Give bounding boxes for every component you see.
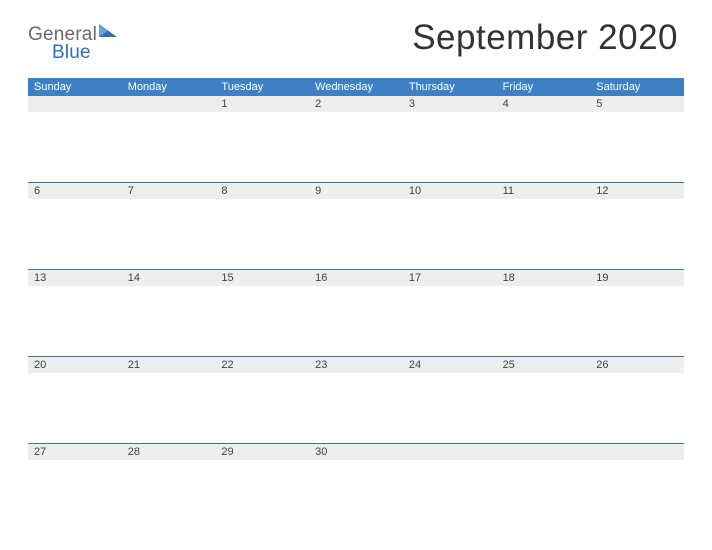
date-cell: 24 xyxy=(403,357,497,373)
date-cell: 1 xyxy=(215,96,309,112)
week-row: 13 14 15 16 17 18 19 xyxy=(28,269,684,356)
date-cell: 26 xyxy=(590,357,684,373)
date-cell: 29 xyxy=(215,444,309,460)
day-header-tuesday: Tuesday xyxy=(215,78,309,96)
date-cell: 28 xyxy=(122,444,216,460)
date-cell: 22 xyxy=(215,357,309,373)
calendar: Sunday Monday Tuesday Wednesday Thursday… xyxy=(28,78,684,530)
logo-text-blue: Blue xyxy=(52,42,91,63)
date-cell xyxy=(403,444,497,460)
date-cell: 30 xyxy=(309,444,403,460)
date-cell: 25 xyxy=(497,357,591,373)
date-cell xyxy=(28,96,122,112)
week-row: 20 21 22 23 24 25 26 xyxy=(28,356,684,443)
day-header-row: Sunday Monday Tuesday Wednesday Thursday… xyxy=(28,78,684,96)
calendar-title: September 2020 xyxy=(412,18,684,58)
date-cell: 19 xyxy=(590,270,684,286)
logo-triangle-icon xyxy=(99,24,117,42)
date-cell: 17 xyxy=(403,270,497,286)
date-cell: 27 xyxy=(28,444,122,460)
date-cell: 9 xyxy=(309,183,403,199)
day-header-friday: Friday xyxy=(497,78,591,96)
day-header-wednesday: Wednesday xyxy=(309,78,403,96)
day-header-thursday: Thursday xyxy=(403,78,497,96)
date-cell: 8 xyxy=(215,183,309,199)
date-cell: 21 xyxy=(122,357,216,373)
date-cell: 18 xyxy=(497,270,591,286)
date-cell: 23 xyxy=(309,357,403,373)
week-row: 1 2 3 4 5 xyxy=(28,96,684,182)
date-cell: 15 xyxy=(215,270,309,286)
date-cell: 10 xyxy=(403,183,497,199)
date-cell: 3 xyxy=(403,96,497,112)
date-cell: 14 xyxy=(122,270,216,286)
date-cell: 11 xyxy=(497,183,591,199)
date-cell xyxy=(590,444,684,460)
date-cell: 4 xyxy=(497,96,591,112)
date-cell: 5 xyxy=(590,96,684,112)
date-cell: 2 xyxy=(309,96,403,112)
week-row: 27 28 29 30 xyxy=(28,443,684,530)
date-cell: 7 xyxy=(122,183,216,199)
day-header-saturday: Saturday xyxy=(590,78,684,96)
day-header-sunday: Sunday xyxy=(28,78,122,96)
week-row: 6 7 8 9 10 11 12 xyxy=(28,182,684,269)
day-header-monday: Monday xyxy=(122,78,216,96)
date-cell: 13 xyxy=(28,270,122,286)
date-cell: 16 xyxy=(309,270,403,286)
weeks: 1 2 3 4 5 6 7 8 9 10 11 12 13 14 xyxy=(28,96,684,530)
date-cell: 20 xyxy=(28,357,122,373)
date-cell: 12 xyxy=(590,183,684,199)
date-cell xyxy=(497,444,591,460)
date-cell xyxy=(122,96,216,112)
date-cell: 6 xyxy=(28,183,122,199)
